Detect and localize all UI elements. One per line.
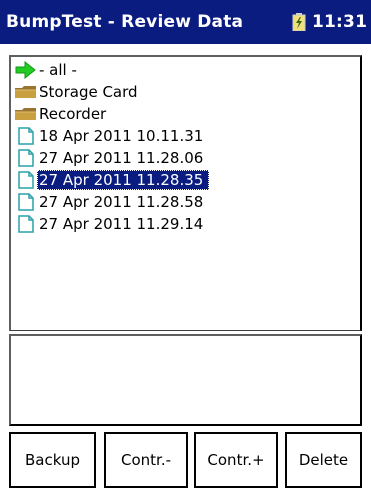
list-item[interactable]: 18 Apr 2011 10.11.31: [15, 125, 360, 147]
list-item[interactable]: Storage Card: [15, 81, 360, 103]
list-item-label: 27 Apr 2011 11.28.58: [39, 193, 204, 211]
app-window: BumpTest - Review Data 11:31 - all - Stor…: [0, 0, 371, 497]
list-item-selected[interactable]: 27 Apr 2011 11.28.35: [15, 169, 360, 191]
list-item-label: - all -: [39, 61, 77, 79]
clock: 11:31: [312, 12, 368, 32]
document-icon: [15, 127, 37, 145]
backup-button[interactable]: Backup: [9, 432, 96, 488]
document-icon: [15, 215, 37, 233]
file-list[interactable]: - all - Storage Card Recorder 18 Apr 2011 1…: [15, 59, 360, 235]
list-item[interactable]: 27 Apr 2011 11.28.58: [15, 191, 360, 213]
list-item[interactable]: 27 Apr 2011 11.29.14: [15, 213, 360, 235]
window-title: BumpTest - Review Data: [6, 12, 244, 32]
list-item-label: Storage Card: [39, 83, 138, 101]
folder-icon: [15, 83, 37, 101]
contrast-increase-button[interactable]: Contr.+: [194, 432, 278, 488]
document-icon: [15, 193, 37, 211]
list-item[interactable]: Recorder: [15, 103, 360, 125]
contrast-decrease-button[interactable]: Contr.-: [104, 432, 188, 488]
list-item-label: Recorder: [39, 105, 107, 123]
battery-charging-icon: [292, 13, 306, 32]
list-item[interactable]: - all -: [15, 59, 360, 81]
list-item-label: 27 Apr 2011 11.29.14: [39, 215, 204, 233]
green-arrow-icon: [15, 61, 37, 79]
folder-icon: [15, 105, 37, 123]
file-list-panel[interactable]: - all - Storage Card Recorder 18 Apr 2011 1…: [9, 55, 362, 331]
delete-button[interactable]: Delete: [285, 432, 362, 488]
document-icon: [15, 171, 37, 189]
detail-panel: [9, 334, 362, 426]
title-bar: BumpTest - Review Data 11:31: [0, 0, 371, 44]
list-item-label: 27 Apr 2011 11.28.35: [37, 170, 210, 190]
list-item-label: 18 Apr 2011 10.11.31: [39, 127, 204, 145]
list-item[interactable]: 27 Apr 2011 11.28.06: [15, 147, 360, 169]
document-icon: [15, 149, 37, 167]
list-item-label: 27 Apr 2011 11.28.06: [39, 149, 204, 167]
